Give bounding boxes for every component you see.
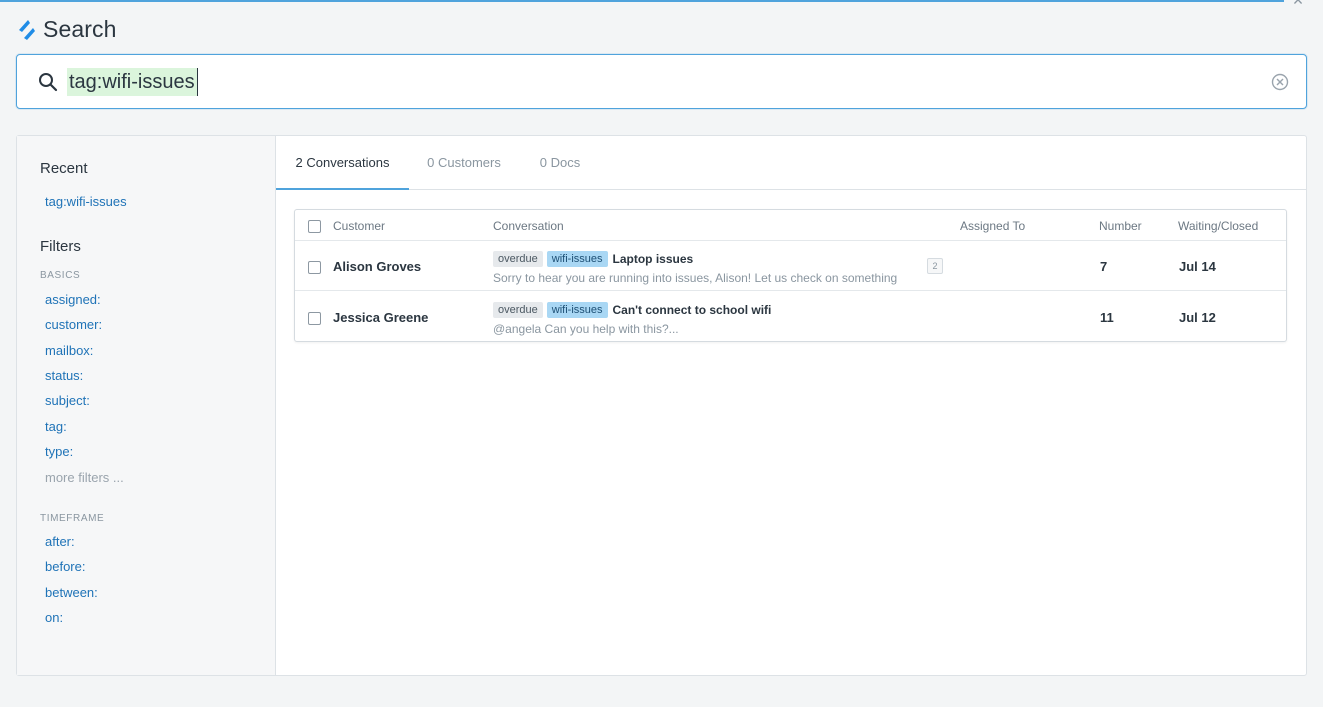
- helpscout-logo-icon: [19, 20, 35, 40]
- filter-sidebar: Recent tag:wifi-issues Filters BASICS as…: [17, 136, 276, 675]
- column-number[interactable]: Number: [1099, 210, 1142, 241]
- column-waiting-closed[interactable]: Waiting/Closed: [1178, 210, 1258, 241]
- tag-badge[interactable]: overdue: [493, 302, 543, 318]
- column-assigned-to[interactable]: Assigned To: [960, 210, 1025, 241]
- filter-subject[interactable]: subject:: [45, 393, 90, 408]
- filter-customer[interactable]: customer:: [45, 317, 102, 332]
- row-checkbox[interactable]: [308, 261, 321, 274]
- conversations-table: Customer Conversation Assigned To Number…: [294, 209, 1287, 342]
- search-icon: [39, 73, 58, 92]
- thread-count-badge: 2: [927, 258, 943, 274]
- page-title: Search: [43, 15, 117, 42]
- filters-heading: Filters: [40, 238, 81, 255]
- table-row[interactable]: Jessica Greene overdue wifi-issues Can't…: [295, 292, 1286, 342]
- waiting-closed-date: Jul 14: [1179, 259, 1216, 274]
- filter-tag[interactable]: tag:: [45, 419, 67, 434]
- tag-badge[interactable]: wifi-issues: [546, 251, 608, 267]
- customer-name[interactable]: Jessica Greene: [333, 310, 428, 325]
- results-main: 2 Conversations 0 Customers 0 Docs Custo…: [276, 136, 1306, 675]
- tab-docs[interactable]: 0 Docs: [534, 136, 586, 190]
- filter-mailbox[interactable]: mailbox:: [45, 343, 93, 358]
- filter-assigned[interactable]: assigned:: [45, 292, 101, 307]
- tab-conversations[interactable]: 2 Conversations: [276, 136, 409, 190]
- more-filters-link[interactable]: more filters ...: [45, 470, 124, 485]
- table-header: Customer Conversation Assigned To Number…: [295, 210, 1286, 241]
- filter-after[interactable]: after:: [45, 534, 75, 549]
- timeframe-section-label: TIMEFRAME: [40, 513, 105, 524]
- tab-customers[interactable]: 0 Customers: [421, 136, 507, 190]
- top-accent-line: [0, 0, 1284, 2]
- results-panel: Recent tag:wifi-issues Filters BASICS as…: [16, 135, 1307, 676]
- filter-status[interactable]: status:: [45, 368, 83, 383]
- row-checkbox[interactable]: [308, 312, 321, 325]
- search-input[interactable]: tag:wifi-issues: [67, 68, 198, 96]
- conversation-summary[interactable]: overdue wifi-issues Can't connect to sch…: [493, 301, 771, 319]
- column-customer[interactable]: Customer: [333, 210, 385, 241]
- column-conversation[interactable]: Conversation: [493, 210, 564, 241]
- search-box[interactable]: tag:wifi-issues: [16, 54, 1307, 109]
- close-icon[interactable]: ×: [1288, 0, 1308, 9]
- conversation-preview: Sorry to hear you are running into issue…: [493, 271, 898, 285]
- search-header: Search: [17, 14, 116, 44]
- basics-section-label: BASICS: [40, 270, 81, 281]
- customer-name[interactable]: Alison Groves: [333, 259, 421, 274]
- conversation-summary[interactable]: overdue wifi-issues Laptop issues: [493, 250, 693, 268]
- filter-before[interactable]: before:: [45, 559, 85, 574]
- conversation-subject[interactable]: Can't connect to school wifi: [613, 303, 772, 317]
- filter-between[interactable]: between:: [45, 585, 98, 600]
- conversation-subject[interactable]: Laptop issues: [613, 252, 694, 266]
- clear-search-icon[interactable]: [1270, 72, 1290, 92]
- tag-badge[interactable]: wifi-issues: [546, 302, 608, 318]
- conversation-preview: @angela Can you help with this?...: [493, 322, 679, 336]
- conversation-number: 11: [1100, 310, 1114, 325]
- filter-on[interactable]: on:: [45, 610, 63, 625]
- conversation-number: 7: [1100, 259, 1108, 274]
- tag-badge[interactable]: overdue: [493, 251, 543, 267]
- table-row[interactable]: Alison Groves overdue wifi-issues Laptop…: [295, 241, 1286, 291]
- results-tabs: 2 Conversations 0 Customers 0 Docs: [276, 136, 1306, 190]
- waiting-closed-date: Jul 12: [1179, 310, 1216, 325]
- recent-heading: Recent: [40, 160, 88, 177]
- recent-item[interactable]: tag:wifi-issues: [45, 194, 127, 209]
- select-all-checkbox[interactable]: [308, 220, 321, 233]
- filter-type[interactable]: type:: [45, 444, 73, 459]
